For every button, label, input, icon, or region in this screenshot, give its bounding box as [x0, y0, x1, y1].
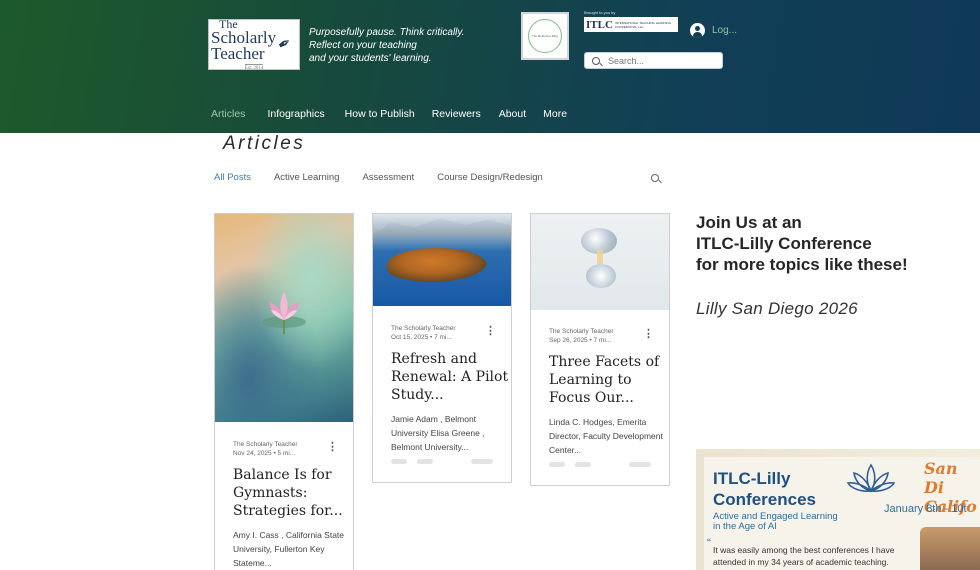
banner-subtitle: Active and Engaged Learning in the Age o… [713, 512, 838, 532]
banner-subtitle-line: in the Age of AI [713, 521, 777, 532]
login-label: Log... [712, 25, 738, 36]
post-cover-image[interactable] [215, 214, 353, 422]
event-name: Lilly San Diego 2026 [696, 299, 858, 318]
post-author[interactable]: The Scholarly Teacher [549, 327, 614, 336]
post-excerpt: Amy I. Cass , California State Universit… [233, 530, 345, 568]
banner-title: ITLC-Lilly Conferences [713, 468, 816, 510]
search-icon [592, 56, 600, 65]
post-meta: The Scholarly Teacher Oct 15, 2025 • 7 m… [391, 324, 456, 342]
banner-city-line: San Di [924, 459, 958, 497]
nav-about[interactable]: About [499, 108, 526, 120]
promo-line: ITLC-Lilly Conference [696, 234, 872, 253]
itlc-logo-text: ITLC [586, 18, 613, 31]
post-meta: The Scholarly Teacher Sep 26, 2025 • 7 m… [549, 327, 614, 345]
search-input[interactable] [608, 55, 718, 66]
post-date: Nov 24, 2025 • 5 mi... [233, 450, 296, 457]
post-date: Sep 26, 2025 • 7 mi... [549, 337, 612, 344]
views-stat [549, 462, 565, 467]
post-excerpt: Linda C. Hodges, Emerita Director, Facul… [549, 417, 663, 455]
post-title[interactable]: Balance Is for Gymnasts: Strategies for.… [233, 466, 353, 520]
quote-mark-icon: “ [707, 536, 711, 550]
post-author[interactable]: The Scholarly Teacher [391, 324, 456, 333]
post-card[interactable]: The Scholarly Teacher Nov 24, 2025 • 5 m… [214, 213, 354, 570]
post-meta: The Scholarly Teacher Nov 24, 2025 • 5 m… [233, 440, 298, 458]
reflective-blog-badge[interactable]: The Reflective Blog [521, 12, 569, 60]
logo-line-3: Est. 2014 [244, 64, 264, 71]
post-author[interactable]: The Scholarly Teacher [233, 440, 298, 449]
banner-title-line: Conferences [713, 490, 816, 509]
lotus-flower-image [262, 292, 306, 334]
itlc-logo[interactable]: ITLC INTERNATIONAL TEACHING LEARNING COO… [584, 17, 678, 32]
user-avatar-icon [690, 23, 705, 38]
conference-banner[interactable]: ITLC-Lilly Conferences San Di Califo Act… [696, 449, 980, 570]
nav-infographics[interactable]: Infographics [267, 108, 324, 120]
banner-title-line: ITLC-Lilly [713, 469, 791, 488]
site-tagline: Purposefully pause. Think critically. Re… [309, 26, 489, 65]
likes-stat[interactable] [629, 462, 651, 467]
promo-line: for more topics like these! [696, 255, 908, 274]
badge-text: The Reflective Blog [531, 34, 558, 38]
mountain-ridge-image [373, 218, 511, 236]
category-active-learning[interactable]: Active Learning [274, 172, 339, 183]
blog-search-icon[interactable] [651, 174, 659, 182]
promo-line: Join Us at an [696, 213, 802, 232]
more-actions-icon[interactable]: ⋮ [643, 327, 654, 340]
page-title: Articles [223, 133, 306, 154]
category-assessment[interactable]: Assessment [362, 172, 414, 183]
nav-reviewers[interactable]: Reviewers [432, 108, 481, 120]
lotus-logo-icon [846, 463, 896, 493]
banner-testimonial: It was easily among the best conferences… [713, 545, 895, 567]
more-actions-icon[interactable]: ⋮ [327, 440, 338, 453]
views-stat [391, 459, 407, 464]
post-card[interactable]: The Scholarly Teacher Oct 15, 2025 • 7 m… [372, 213, 512, 483]
more-actions-icon[interactable]: ⋮ [485, 324, 496, 337]
tagline-line: and your students' learning. [309, 53, 432, 64]
login-button[interactable]: Log... [690, 23, 737, 38]
post-title[interactable]: Three Facets of Learning to Focus Our... [549, 353, 669, 407]
category-menu: All Posts Active Learning Assessment Cou… [214, 172, 566, 183]
site-search-box[interactable] [584, 52, 723, 69]
badge-seal: The Reflective Blog [528, 19, 562, 53]
brought-by-label: Brought to you by [584, 10, 616, 15]
comments-stat [417, 459, 433, 464]
nav-articles[interactable]: Articles [211, 108, 245, 120]
category-course-design[interactable]: Course Design/Redesign [437, 172, 543, 183]
tagline-line: Purposefully pause. Think critically. [309, 27, 465, 38]
site-logo[interactable]: The Scholarly Teacher Est. 2014 ✒ [208, 18, 300, 71]
nav-how-to-publish[interactable]: How to Publish [345, 108, 415, 120]
main-nav: Articles Infographics How to Publish Rev… [211, 108, 589, 120]
site-header: The Scholarly Teacher Est. 2014 ✒ Purpos… [0, 0, 980, 133]
banner-dates: January 8th - 10t [884, 503, 967, 515]
post-cover-image[interactable] [531, 214, 669, 310]
itlc-logo-subtext: INTERNATIONAL TEACHING LEARNING COOPERAT… [614, 20, 672, 29]
nav-more[interactable]: More [543, 108, 567, 120]
post-title[interactable]: Refresh and Renewal: A Pilot Study... [391, 350, 511, 404]
city-photo [920, 527, 980, 570]
post-date: Oct 15, 2025 • 7 mi... [391, 334, 452, 341]
crystal-reflection-image [586, 264, 616, 288]
conference-promo-heading: Join Us at an ITLC-Lilly Conference for … [696, 212, 908, 275]
post-cover-image[interactable] [373, 214, 511, 306]
category-all-posts[interactable]: All Posts [214, 172, 251, 183]
comments-stat [575, 462, 591, 467]
tagline-line: Reflect on your teaching [309, 40, 417, 51]
post-excerpt: Jamie Adam , Belmont University Elisa Gr… [391, 414, 485, 452]
island-image [387, 248, 487, 282]
likes-stat[interactable] [471, 459, 493, 464]
post-card[interactable]: The Scholarly Teacher Sep 26, 2025 • 7 m… [530, 213, 670, 486]
